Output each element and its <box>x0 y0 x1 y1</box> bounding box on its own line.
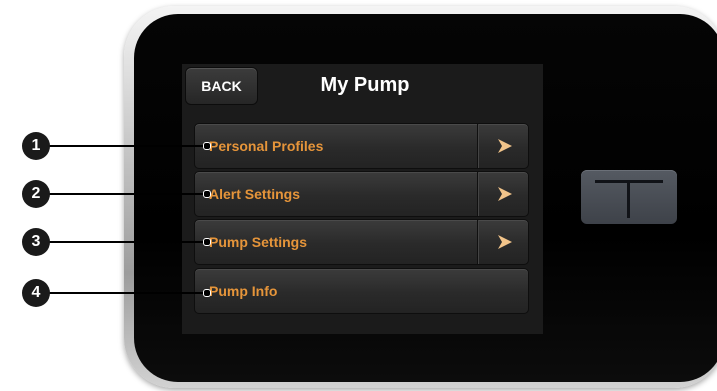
menu-item-divider <box>477 172 478 216</box>
callout-dot-2 <box>203 190 211 198</box>
t-logo-icon <box>595 180 663 218</box>
callout-line-2 <box>36 193 206 195</box>
page-title: My Pump <box>320 74 410 96</box>
callout-dot-1 <box>203 142 211 150</box>
callout-dot-3 <box>203 238 211 246</box>
chevron-right-icon[interactable] <box>485 124 525 168</box>
menu-item-label: Pump Settings <box>209 234 308 250</box>
back-button[interactable]: BACK <box>185 67 258 105</box>
menu-item-pump-settings[interactable]: Pump Settings <box>194 219 529 265</box>
callout-number-2: 2 <box>22 180 50 208</box>
callout-line-3 <box>36 241 206 243</box>
menu-item-divider <box>477 220 478 264</box>
menu-item-label: Personal Profiles <box>209 138 324 154</box>
menu-item-label: Alert Settings <box>209 186 301 202</box>
menu-item-alert-settings[interactable]: Alert Settings <box>194 171 529 217</box>
menu-item-label: Pump Info <box>209 283 278 299</box>
callout-number-4: 4 <box>22 279 50 307</box>
chevron-right-icon[interactable] <box>485 220 525 264</box>
callout-dot-4 <box>203 289 211 297</box>
callout-line-1 <box>36 145 206 147</box>
callout-number-1: 1 <box>22 132 50 160</box>
device-home-button[interactable] <box>581 170 677 224</box>
menu-item-pump-info[interactable]: Pump Info <box>194 268 529 314</box>
callout-number-3: 3 <box>22 228 50 256</box>
menu-item-personal-profiles[interactable]: Personal Profiles <box>194 123 529 169</box>
chevron-right-icon[interactable] <box>485 172 525 216</box>
menu-item-divider <box>477 124 478 168</box>
callout-line-4 <box>36 292 206 294</box>
